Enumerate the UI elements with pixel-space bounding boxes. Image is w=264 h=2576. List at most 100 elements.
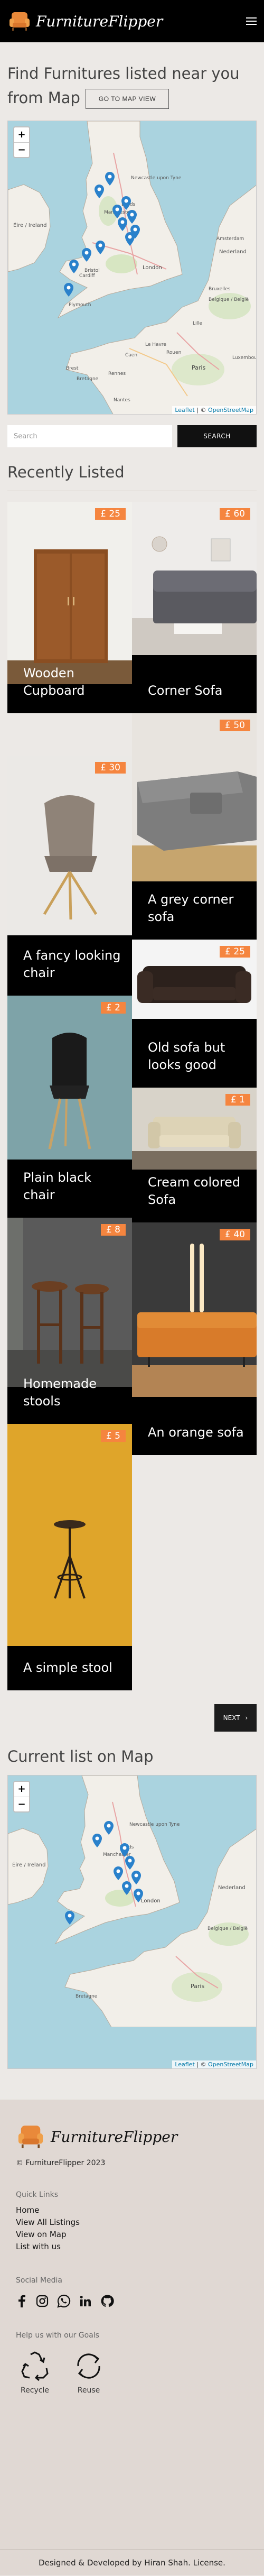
goal-reuse: Reuse [70,2350,108,2395]
reuse-icon [77,2353,100,2379]
listing-photo [7,502,132,684]
footer-link-home[interactable]: Home [16,2204,248,2216]
github-icon[interactable] [100,2294,114,2308]
listing-card-orange-sofa[interactable]: £ 40 An orange sofa [132,1222,257,1455]
menu-icon[interactable] [246,17,257,25]
site-credit: Designed & Developed by Hiran Shah. Lice… [0,2549,264,2575]
map-marker-icon[interactable] [114,1866,123,1880]
listing-photo [132,713,257,881]
whatsapp-icon[interactable] [57,2294,71,2308]
map-marker-icon[interactable] [96,241,105,254]
map-place-label: Lille [193,321,203,326]
zoom-in-button[interactable]: + [14,1782,29,1797]
map-place-label: Éire / Ireland [13,222,46,228]
zoom-out-button[interactable]: − [14,1797,29,1811]
map-marker-icon[interactable] [104,1821,114,1835]
map-marker-icon[interactable] [92,1834,102,1847]
listing-title: Corner Sofa [148,683,223,698]
listing-card-cream-sofa[interactable]: £ 1 Cream colored Sofa [132,1088,257,1222]
osm-link[interactable]: OpenStreetMap [208,407,253,413]
social-links [16,2294,248,2308]
footer-link-view-on-map[interactable]: View on Map [16,2229,248,2241]
linkedin-icon[interactable] [79,2295,92,2307]
footer-link-view-all-listings[interactable]: View All Listings [16,2216,248,2229]
listing-card-corner-sofa[interactable]: £ 60 Corner Sofa [132,502,257,713]
brand[interactable]: FurnitureFlipper [7,9,163,33]
osm-link[interactable]: OpenStreetMap [208,2061,253,2068]
zoom-in-button[interactable]: + [14,127,29,142]
search-button[interactable]: SEARCH [177,425,257,447]
listing-photo [7,756,132,935]
attribution-separator: | © [194,2061,208,2068]
current-listings-map[interactable]: Newcastle upon Tyne Leeds Manchester Éir… [7,1775,257,2069]
listing-title: Plain black chair [23,1170,92,1202]
listings-map[interactable]: Newcastle upon Tyne Leeds Manchester Éir… [7,121,257,415]
listing-card-fancy-chair[interactable]: £ 30 A fancy looking chair [7,756,132,996]
map-marker-icon[interactable] [82,248,91,262]
listing-card-plain-black-chair[interactable]: £ 2 Plain black chair [7,996,132,1218]
map-marker-icon[interactable] [112,205,122,218]
leaflet-link[interactable]: Leaflet [175,2061,194,2068]
hero-title: Find Furnitures listed near you from Map… [7,61,257,110]
footer-brand[interactable]: FurnitureFlipper [16,2122,248,2151]
map-place-label: Cardiff [79,273,96,279]
map-place-label: Nederland [218,1885,246,1891]
listing-card-old-sofa[interactable]: £ 25 Old sofa but looks good [132,940,257,1088]
social-media-heading: Social Media [16,2276,63,2285]
price-badge: £ 2 [100,1002,126,1014]
map-place-label: Brest [66,366,79,371]
facebook-icon[interactable] [16,2295,27,2307]
listing-title: Old sofa but looks good [148,1040,225,1072]
listing-title: A grey corner sofa [148,892,234,924]
instagram-icon[interactable] [36,2295,49,2307]
listing-card-homemade-stools[interactable]: £ 8 Homemade stools [7,1218,132,1424]
zoom-out-button[interactable]: − [14,142,29,157]
listing-card-simple-stool[interactable]: £ 5 A simple stool [7,1424,132,1690]
map-marker-icon[interactable] [125,232,135,246]
map-marker-icon[interactable] [95,185,104,198]
map-place-label: Paris [192,364,205,371]
map-marker-icon[interactable] [120,1843,129,1857]
map-place-label: Amsterdam [216,236,244,242]
quick-links-heading: Quick Links [16,2191,59,2199]
map-marker-icon[interactable] [65,1911,74,1925]
map-place-label: Éire / Ireland [12,1861,45,1868]
price-badge: £ 5 [100,1430,126,1442]
map-place-label: Nederland [219,249,247,255]
map-marker-icon[interactable] [105,172,115,186]
map-place-label: London [141,1898,161,1904]
listing-title: A fancy looking chair [23,948,121,980]
map-hero-section: Find Furnitures listed near you from Map… [0,42,264,415]
map-marker-icon[interactable] [131,1871,141,1884]
price-badge: £ 25 [220,946,250,958]
footer-link-list-with-us[interactable]: List with us [16,2241,248,2253]
next-page-button[interactable]: NEXT › [214,1704,257,1732]
goals-heading: Help us with our Goals [16,2331,99,2340]
listing-photo [132,502,257,655]
map-marker-icon[interactable] [125,1856,135,1870]
map-marker-icon[interactable] [69,260,79,273]
zoom-control: + − [13,1781,30,1813]
map-place-label: Newcastle upon Tyne [131,176,182,181]
recently-listed-title: Recently Listed [7,463,125,481]
listing-card-grey-corner-sofa[interactable]: £ 50 A grey corner sofa [132,713,257,940]
map-marker-icon[interactable] [64,283,73,297]
map-marker-icon[interactable] [134,1889,143,1902]
map-marker-icon[interactable] [127,210,137,224]
listing-title: Cream colored Sofa [148,1175,241,1207]
map-marker-icon[interactable] [121,196,131,210]
map-attribution: Leaflet | © OpenStreetMap [172,406,256,414]
leaflet-link[interactable]: Leaflet [175,407,194,413]
goal-label: Recycle [21,2386,49,2395]
listing-photo [7,1218,132,1387]
map-marker-icon[interactable] [118,217,127,231]
site-footer: FurnitureFlipper © FurnitureFlipper 2023… [0,2100,264,2575]
map-place-label: Rennes [108,371,126,376]
map-place-label: Rouen [166,350,181,355]
go-to-map-view-button[interactable]: GO TO MAP VIEW [85,89,169,109]
search-input[interactable] [7,425,172,447]
attribution-separator: | © [194,407,208,413]
armchair-logo-icon [18,2126,43,2148]
listing-card-wooden-cupboard[interactable]: £ 25 Wooden Cupboard [7,502,132,713]
map-marker-icon[interactable] [122,1881,131,1895]
